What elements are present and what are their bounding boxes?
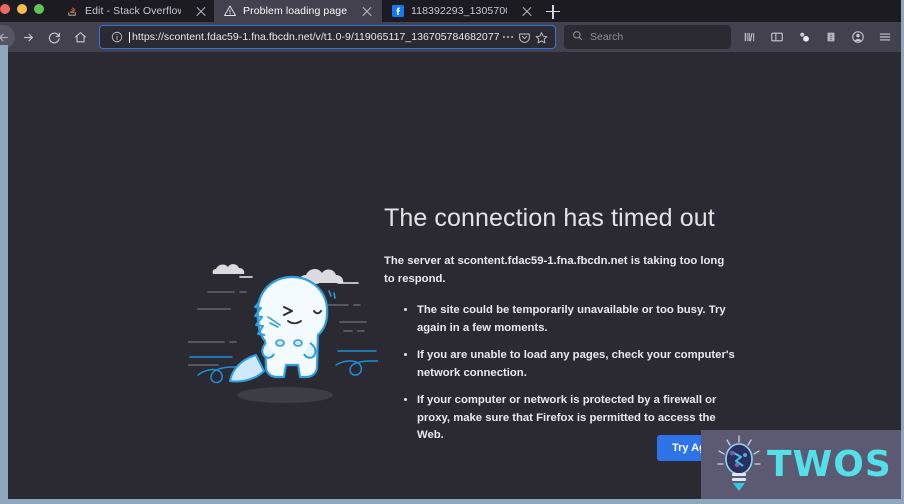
site-info-icon[interactable]: [108, 29, 125, 46]
close-tab-button[interactable]: [520, 4, 534, 18]
text-caret: [129, 32, 130, 43]
watermark: TWOS: [701, 430, 901, 499]
search-icon: [572, 30, 583, 44]
search-placeholder: Search: [590, 31, 624, 43]
tab-title: 118392293_130570015295654: [411, 5, 507, 17]
search-box[interactable]: Search: [564, 25, 731, 49]
tab-facebook-image[interactable]: 118392293_130570015295654: [382, 0, 540, 22]
close-tab-button[interactable]: [360, 4, 374, 18]
dinosaur-illustration: [188, 264, 378, 403]
tab-stack-overflow[interactable]: Edit - Stack Overflow: [56, 0, 214, 22]
list-item: If you are unable to load any pages, che…: [417, 347, 745, 382]
close-tab-button[interactable]: [194, 4, 208, 18]
new-tab-button[interactable]: [540, 0, 566, 22]
tab-strip: Edit - Stack Overflow Problem loading pa…: [0, 0, 904, 22]
tab-problem-loading-page[interactable]: Problem loading page: [214, 0, 382, 22]
sidebar-icon[interactable]: [764, 24, 790, 50]
error-suggestions-list: The site could be temporarily unavailabl…: [405, 302, 745, 455]
library-icon[interactable]: [737, 24, 763, 50]
tab-title: Problem loading page: [243, 5, 348, 17]
pocket-icon[interactable]: [516, 29, 533, 46]
warning-icon: [224, 5, 236, 17]
sync-icon[interactable]: [791, 24, 817, 50]
error-description: The server at scontent.fdac59-1.fna.fbcd…: [384, 255, 725, 285]
facebook-icon: [392, 5, 404, 17]
reload-button[interactable]: [41, 24, 67, 50]
url-input[interactable]: https://scontent.fdac59-1.fna.fbcdn.net/…: [125, 31, 499, 43]
watermark-text: TWOS: [767, 444, 892, 485]
star-icon[interactable]: [533, 29, 550, 46]
navigation-toolbar: https://scontent.fdac59-1.fna.fbcdn.net/…: [0, 22, 904, 52]
hamburger-menu-icon[interactable]: [872, 24, 898, 50]
browser-window: Edit - Stack Overflow Problem loading pa…: [0, 0, 904, 504]
minimize-window-button[interactable]: [17, 3, 27, 14]
lightbulb-icon: [717, 434, 761, 491]
window-controls: [0, 0, 56, 22]
desktop-edge-left: [0, 45, 8, 504]
forward-button[interactable]: [15, 24, 41, 50]
desktop-edge-bottom: [0, 499, 904, 504]
tab-title: Edit - Stack Overflow: [85, 5, 181, 17]
close-window-button[interactable]: [0, 3, 10, 14]
home-button[interactable]: [67, 24, 93, 50]
url-bar[interactable]: https://scontent.fdac59-1.fna.fbcdn.net/…: [99, 25, 556, 49]
account-icon[interactable]: [845, 24, 871, 50]
stackoverflow-icon: [66, 5, 78, 17]
page-actions-icon[interactable]: [499, 29, 516, 46]
page-title: The connection has timed out: [384, 204, 715, 232]
container-icon[interactable]: [818, 24, 844, 50]
list-item: The site could be temporarily unavailabl…: [417, 302, 745, 337]
toolbar-icons: [737, 24, 898, 50]
zoom-window-button[interactable]: [34, 3, 44, 14]
